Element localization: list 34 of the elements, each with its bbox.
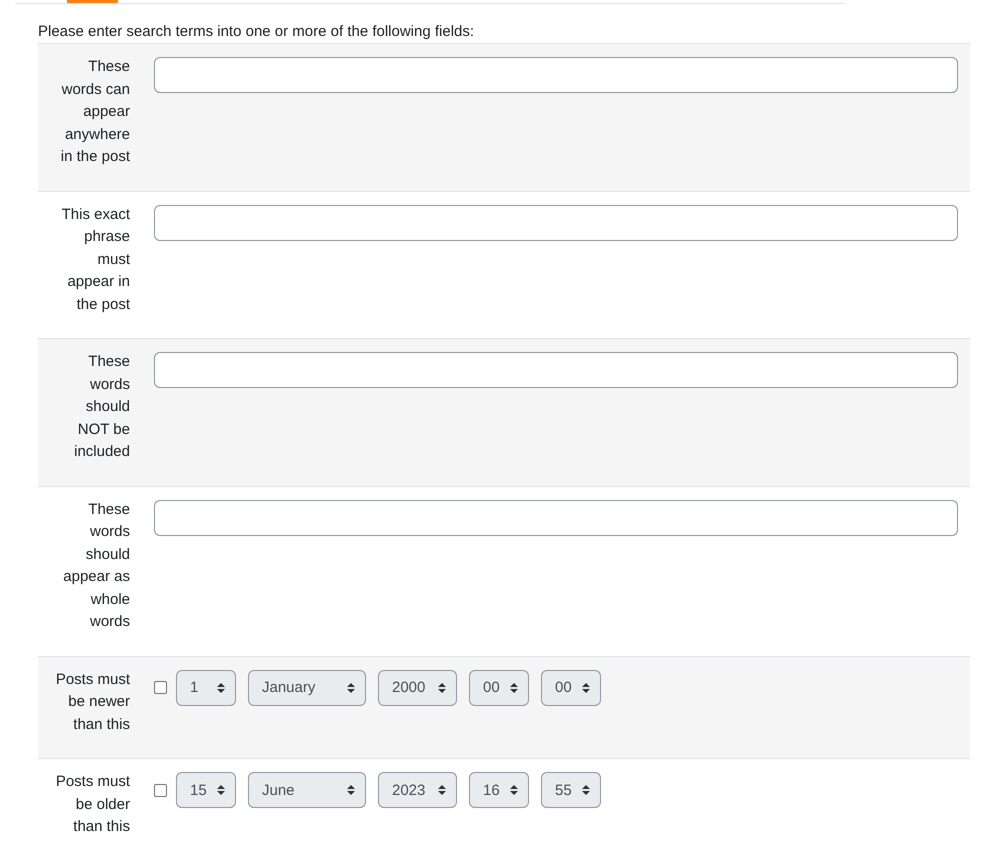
sort-caret-icon xyxy=(510,682,518,694)
enable-checkbox[interactable] xyxy=(154,681,167,694)
hour-select[interactable]: 00 xyxy=(469,670,529,706)
text-field[interactable] xyxy=(154,57,958,93)
field-label: Posts must be older than this xyxy=(54,772,130,837)
year-select[interactable]: 2000 xyxy=(378,670,457,706)
day-select[interactable]: 15 xyxy=(176,772,236,808)
month-select[interactable]: June xyxy=(248,772,366,808)
month-select[interactable]: January xyxy=(248,670,366,706)
minute-select[interactable]: 00 xyxy=(541,670,601,706)
sort-caret-icon xyxy=(510,784,518,796)
sort-caret-icon xyxy=(217,784,225,796)
text-field[interactable] xyxy=(154,352,958,388)
text-field[interactable] xyxy=(154,204,958,240)
field-label: These words should NOT be included xyxy=(73,352,130,462)
sort-caret-icon xyxy=(582,784,590,796)
sort-caret-icon xyxy=(438,784,446,796)
active-tab-indicator xyxy=(67,0,118,3)
instructions-text: Please enter search terms into one or more of the following fields: xyxy=(38,22,476,42)
sort-caret-icon xyxy=(217,682,225,694)
text-field[interactable] xyxy=(154,500,958,536)
field-label: Posts must be newer than this xyxy=(54,670,130,734)
day-select[interactable]: 1 xyxy=(176,670,236,706)
field-label: These words can appear anywhere in the post xyxy=(60,57,130,167)
sort-caret-icon xyxy=(347,682,355,694)
sort-caret-icon xyxy=(582,682,590,694)
year-select[interactable]: 2023 xyxy=(378,772,457,808)
sort-caret-icon xyxy=(438,682,446,694)
enable-checkbox[interactable] xyxy=(154,784,167,796)
hour-select[interactable]: 16 xyxy=(469,772,529,808)
field-label: This exact phrase must appear in the post xyxy=(60,204,130,314)
sort-caret-icon xyxy=(347,784,355,796)
minute-select[interactable]: 55 xyxy=(541,772,601,808)
field-label: These words should appear as whole words xyxy=(62,500,130,632)
